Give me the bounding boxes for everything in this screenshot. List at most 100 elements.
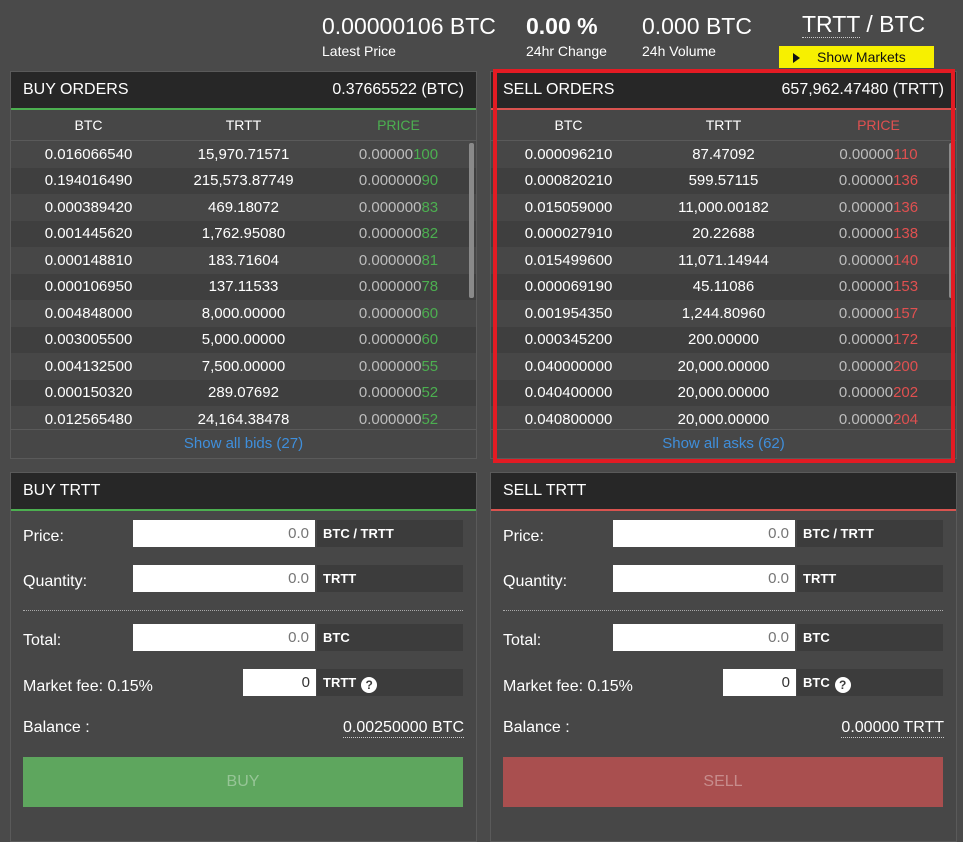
sell-orders-list[interactable]: 0.000096210 87.47092 0.00000110 0.000820210… bbox=[491, 141, 956, 431]
order-row[interactable]: 0.004848000 8,000.00000 0.00000060 bbox=[11, 300, 476, 327]
price-suffix: 138 bbox=[893, 225, 919, 243]
order-row[interactable]: 0.000148810 183.71604 0.00000081 bbox=[11, 247, 476, 274]
total-label: Total: bbox=[23, 632, 62, 649]
sell-orders-header: SELL ORDERS 657,962.47480 (TRTT) bbox=[491, 72, 956, 110]
order-row[interactable]: 0.001445620 1,762.95080 0.00000082 bbox=[11, 220, 476, 247]
price-prefix: 0.000000 bbox=[358, 198, 422, 216]
price-suffix: 157 bbox=[893, 304, 919, 322]
order-row[interactable]: 0.194016490 215,573.87749 0.00000090 bbox=[11, 167, 476, 194]
order-trtt: 20.22688 bbox=[692, 225, 755, 243]
price-prefix: 0.000000 bbox=[358, 357, 422, 375]
sell-orders-scrollbar[interactable] bbox=[949, 143, 954, 298]
buy-total-input[interactable] bbox=[133, 624, 315, 651]
buy-price-input[interactable] bbox=[133, 520, 315, 547]
order-price: 0.00000052 bbox=[321, 384, 476, 401]
order-price: 0.00000153 bbox=[801, 278, 956, 295]
order-btc: 0.015059000 bbox=[524, 198, 613, 216]
buy-balance-value[interactable]: 0.00250000 BTC bbox=[343, 719, 464, 738]
change-24h-label: 24hr Change bbox=[526, 43, 607, 59]
sell-balance-value[interactable]: 0.00000 TRTT bbox=[841, 719, 944, 738]
buy-orders-list[interactable]: 0.016066540 15,970.71571 0.00000100 0.19401… bbox=[11, 141, 476, 431]
sell-button[interactable]: SELL bbox=[503, 757, 943, 807]
price-suffix: 83 bbox=[421, 198, 439, 216]
pair-quote[interactable]: BTC bbox=[879, 11, 925, 37]
price-prefix: 0.000000 bbox=[358, 251, 422, 269]
order-row[interactable]: 0.000106950 137.11533 0.00000078 bbox=[11, 273, 476, 300]
order-trtt: 24,164.38478 bbox=[197, 410, 290, 428]
price-suffix: 202 bbox=[893, 384, 919, 402]
price-suffix: 55 bbox=[421, 357, 439, 375]
sell-fee-input[interactable] bbox=[723, 669, 796, 696]
order-btc: 0.000027910 bbox=[524, 225, 613, 243]
order-row[interactable]: 0.001954350 1,244.80960 0.00000157 bbox=[491, 300, 956, 327]
price-suffix: 81 bbox=[421, 251, 439, 269]
order-trtt: 599.57115 bbox=[688, 172, 759, 190]
price-prefix: 0.00000 bbox=[838, 172, 894, 190]
order-btc: 0.000150320 bbox=[44, 384, 133, 402]
order-trtt: 289.07692 bbox=[208, 384, 279, 402]
column-header-trtt: TRTT bbox=[225, 117, 262, 133]
order-trtt: 5,000.00000 bbox=[201, 331, 286, 349]
question-icon[interactable]: ? bbox=[361, 677, 378, 693]
play-icon bbox=[793, 53, 800, 63]
order-btc: 0.001445620 bbox=[44, 225, 133, 243]
price-unit: BTC / TRTT bbox=[317, 520, 463, 547]
order-row[interactable]: 0.016066540 15,970.71571 0.00000100 bbox=[11, 141, 476, 168]
price-suffix: 78 bbox=[421, 278, 439, 296]
price-prefix: 0.00000 bbox=[838, 331, 894, 349]
order-btc: 0.000820210 bbox=[524, 172, 613, 190]
order-price: 0.00000140 bbox=[801, 252, 956, 269]
order-trtt: 200.00000 bbox=[688, 331, 759, 349]
sell-price-input[interactable] bbox=[613, 520, 795, 547]
order-row[interactable]: 0.000345200 200.00000 0.00000172 bbox=[491, 326, 956, 353]
order-row[interactable]: 0.040000000 20,000.00000 0.00000200 bbox=[491, 353, 956, 380]
sell-quantity-input[interactable] bbox=[613, 565, 795, 592]
order-row[interactable]: 0.000389420 469.18072 0.00000083 bbox=[11, 194, 476, 221]
price-suffix: 200 bbox=[893, 357, 919, 375]
price-suffix: 153 bbox=[893, 278, 919, 296]
order-row[interactable]: 0.000820210 599.57115 0.00000136 bbox=[491, 167, 956, 194]
column-header-btc: BTC bbox=[554, 117, 583, 133]
order-row[interactable]: 0.000150320 289.07692 0.00000052 bbox=[11, 379, 476, 406]
order-row[interactable]: 0.040800000 20,000.00000 0.00000204 bbox=[491, 406, 956, 431]
order-trtt: 1,244.80960 bbox=[681, 304, 766, 322]
order-row[interactable]: 0.000027910 20.22688 0.00000138 bbox=[491, 220, 956, 247]
order-row[interactable]: 0.015499600 11,071.14944 0.00000140 bbox=[491, 247, 956, 274]
price-suffix: 90 bbox=[421, 172, 439, 190]
order-btc: 0.001954350 bbox=[524, 304, 613, 322]
question-icon[interactable]: ? bbox=[834, 677, 851, 693]
price-prefix: 0.000000 bbox=[358, 278, 422, 296]
quantity-label: Quantity: bbox=[23, 573, 88, 590]
price-unit: BTC / TRTT bbox=[797, 520, 943, 547]
sell-total-input[interactable] bbox=[613, 624, 795, 651]
buy-orders-scrollbar[interactable] bbox=[469, 143, 474, 298]
order-trtt: 11,071.14944 bbox=[678, 251, 769, 269]
buy-button[interactable]: BUY bbox=[23, 757, 463, 807]
order-row[interactable]: 0.012565480 24,164.38478 0.00000052 bbox=[11, 406, 476, 431]
order-row[interactable]: 0.004132500 7,500.00000 0.00000055 bbox=[11, 353, 476, 380]
order-trtt: 7,500.00000 bbox=[201, 357, 286, 375]
order-row[interactable]: 0.003005500 5,000.00000 0.00000060 bbox=[11, 326, 476, 353]
order-row[interactable]: 0.040400000 20,000.00000 0.00000202 bbox=[491, 379, 956, 406]
price-prefix: 0.000000 bbox=[358, 331, 422, 349]
order-btc: 0.012565480 bbox=[44, 410, 133, 428]
total-unit: BTC bbox=[797, 624, 943, 651]
buy-orders-columns: BTC TRTT PRICE bbox=[11, 110, 476, 141]
buy-fee-input[interactable] bbox=[243, 669, 316, 696]
show-all-bids-link[interactable]: Show all bids (27) bbox=[11, 429, 476, 458]
latest-price-label: Latest Price bbox=[322, 43, 396, 59]
show-all-asks-link[interactable]: Show all asks (62) bbox=[491, 429, 956, 458]
order-trtt: 137.11533 bbox=[208, 278, 279, 296]
order-row[interactable]: 0.015059000 11,000.00182 0.00000136 bbox=[491, 194, 956, 221]
buy-quantity-input[interactable] bbox=[133, 565, 315, 592]
buy-form-title: BUY TRTT bbox=[23, 482, 101, 499]
order-row[interactable]: 0.000096210 87.47092 0.00000110 bbox=[491, 141, 956, 168]
show-markets-button[interactable]: Show Markets bbox=[779, 46, 934, 68]
order-trtt: 45.11086 bbox=[692, 278, 755, 296]
pair-base[interactable]: TRTT bbox=[802, 11, 860, 38]
order-trtt: 8,000.00000 bbox=[201, 304, 286, 322]
price-suffix: 82 bbox=[421, 225, 439, 243]
volume-24h-value: 0.000 BTC bbox=[642, 13, 752, 39]
order-price: 0.00000136 bbox=[801, 172, 956, 189]
order-row[interactable]: 0.000069190 45.11086 0.00000153 bbox=[491, 273, 956, 300]
